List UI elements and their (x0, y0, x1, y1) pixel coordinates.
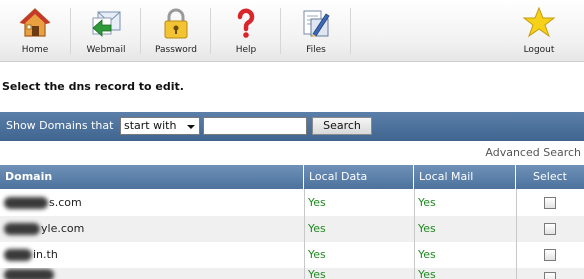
domain-text: s.com (49, 196, 82, 209)
filter-label: Show Domains that (6, 119, 114, 132)
row-select-checkbox[interactable] (544, 197, 556, 209)
table-row: in.th Yes Yes (0, 242, 584, 268)
column-header-local-data[interactable]: Local Data (304, 165, 414, 189)
password-label: Password (154, 45, 198, 55)
local-mail-cell: Yes (418, 196, 436, 209)
table-header: Domain Local Data Local Mail Select (0, 165, 584, 189)
local-mail-cell: Yes (418, 222, 436, 235)
table-row: Yes Yes (0, 268, 584, 279)
local-mail-cell: Yes (418, 248, 436, 261)
chevron-down-icon (187, 125, 195, 129)
help-label: Help (235, 45, 257, 55)
column-header-select: Select (516, 165, 584, 189)
files-label: Files (306, 45, 326, 55)
row-select-checkbox[interactable] (544, 249, 556, 261)
redacted-text (4, 269, 54, 279)
domain-cell[interactable]: yle.com (4, 216, 84, 242)
local-mail-cell: Yes (418, 268, 436, 279)
webmail-icon (92, 11, 121, 37)
webmail-label: Webmail (86, 45, 126, 55)
column-divider (414, 189, 415, 279)
row-select-checkbox[interactable] (544, 223, 556, 235)
filter-mode-select[interactable]: start with (120, 117, 200, 135)
files-icon (303, 10, 330, 37)
domain-cell[interactable] (4, 268, 55, 279)
filter-mode-value: start with (124, 119, 177, 132)
webmail-button[interactable]: Webmail (71, 0, 141, 62)
domain-cell[interactable]: s.com (4, 190, 82, 216)
domain-search-input[interactable] (203, 117, 307, 135)
table-row: yle.com Yes Yes (0, 216, 584, 242)
domain-text: in.th (33, 248, 58, 261)
toolbar-divider (350, 8, 351, 54)
local-data-cell: Yes (308, 222, 326, 235)
logout-label: Logout (523, 45, 555, 55)
redacted-text (4, 197, 48, 209)
local-data-cell: Yes (308, 248, 326, 261)
local-data-cell: Yes (308, 268, 326, 279)
table-row: s.com Yes Yes (0, 190, 584, 216)
help-button[interactable]: Help (211, 0, 281, 62)
domain-filter-bar: Show Domains that start with Search (0, 112, 584, 141)
local-data-cell: Yes (308, 196, 326, 209)
column-header-domain[interactable]: Domain (0, 165, 304, 189)
advanced-search-link[interactable]: Advanced Search (485, 146, 581, 159)
home-icon (19, 8, 51, 37)
padlock-icon (164, 8, 188, 39)
column-divider (304, 189, 305, 279)
star-logout-icon (522, 6, 556, 38)
domain-text: yle.com (41, 222, 85, 235)
help-question-icon (237, 8, 255, 38)
domain-cell[interactable]: in.th (4, 242, 58, 268)
row-select-checkbox[interactable] (544, 272, 556, 279)
files-button[interactable]: Files (281, 0, 351, 62)
logout-button[interactable]: Logout (504, 0, 574, 62)
column-divider (516, 189, 517, 279)
column-header-local-mail[interactable]: Local Mail (414, 165, 516, 189)
password-button[interactable]: Password (141, 0, 211, 62)
search-button[interactable]: Search (312, 117, 372, 135)
home-button[interactable]: Home (0, 0, 70, 62)
redacted-text (4, 223, 40, 235)
redacted-text (4, 249, 32, 261)
home-label: Home (21, 45, 49, 55)
top-toolbar: Home Webmail Password Help Files Logout (0, 0, 584, 62)
page-title: Select the dns record to edit. (2, 80, 184, 93)
